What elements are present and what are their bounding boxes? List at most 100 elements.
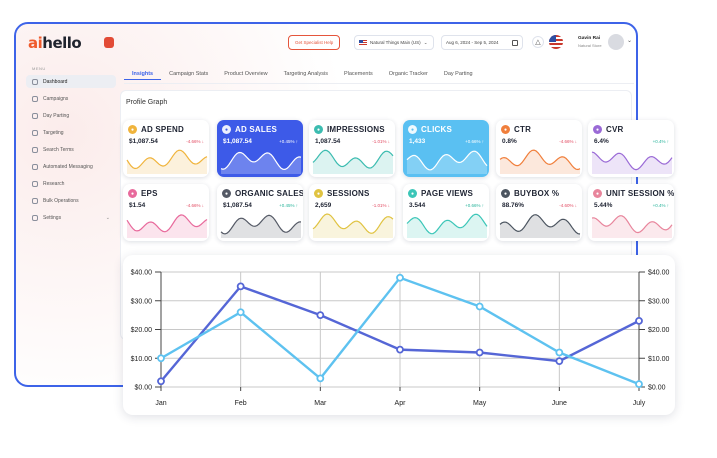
metric-change: +0.4% ↑ xyxy=(652,203,669,208)
sidebar-item-label: Day Parting xyxy=(43,112,70,119)
series-1-point xyxy=(635,316,643,325)
tab-product-overview[interactable]: Product Overview xyxy=(216,68,275,80)
notification-bell-icon[interactable]: △ xyxy=(532,36,544,48)
metric-card-impressions[interactable]: ● IMPRESSIONS 1,087.54 -1.01% ↓ xyxy=(309,120,395,177)
sparkline-area xyxy=(500,150,580,174)
tab-organic-tracker[interactable]: Organic Tracker xyxy=(381,68,436,80)
sidebar-item-label: Bulk Operations xyxy=(43,197,79,204)
sidebar: MENU Dashboard Campaigns Day Parting Target… xyxy=(26,66,116,228)
y-tick-label-right: $20.00 xyxy=(648,327,670,334)
calendar-icon xyxy=(512,39,518,46)
sparkline-area xyxy=(127,150,207,174)
sidebar-item-campaigns[interactable]: Campaigns xyxy=(26,92,116,105)
metric-icon: ● xyxy=(128,125,137,134)
specialist-help-button[interactable]: Get Specialist Help xyxy=(288,35,341,50)
panel-title: Profile Graph xyxy=(126,99,168,106)
line-chart: $0.00 $0.00 $10.00 $10.00 $20.00 $20.00 $30.00… xyxy=(131,270,670,408)
x-tick-label: Jan xyxy=(155,400,166,407)
series-1-point xyxy=(316,311,325,320)
sparkline xyxy=(126,214,208,238)
series-1-point xyxy=(236,282,245,291)
sidebar-item-automated-messaging[interactable]: Automated Messaging xyxy=(26,160,116,173)
series-1-point xyxy=(396,345,404,354)
sidebar-item-search-terms[interactable]: Search Terms xyxy=(26,143,116,156)
avatar[interactable] xyxy=(608,34,624,50)
series-1-point xyxy=(475,348,484,357)
metric-change: -4.66% ↓ xyxy=(186,139,204,144)
x-tick-label: June xyxy=(552,400,567,407)
date-range-picker[interactable]: Aug 6, 2024 - Sep 5, 2024 xyxy=(441,35,523,50)
sidebar-item-settings[interactable]: Settings ⌄ xyxy=(26,211,116,224)
metric-change: -4.66% ↓ xyxy=(186,203,204,208)
sidebar-item-research[interactable]: Research xyxy=(26,177,116,190)
sparkline xyxy=(591,215,673,238)
metric-icon: ● xyxy=(128,189,137,198)
metric-change: +0.45% ↑ xyxy=(279,139,298,144)
metric-title: CTR xyxy=(514,125,532,134)
tab-day-parting[interactable]: Day Parting xyxy=(436,68,481,80)
tab-bar: Insights Campaign Stats Product Overview Ta… xyxy=(124,68,481,80)
collapse-sidebar-button[interactable] xyxy=(104,37,114,48)
sidebar-item-label: Search Terms xyxy=(43,146,74,153)
series-2-point xyxy=(157,354,165,363)
gear-icon xyxy=(32,214,38,221)
sparkline-area xyxy=(221,152,301,174)
series-2-point xyxy=(316,374,325,383)
metric-value: 2,659 xyxy=(315,202,332,209)
metric-card-sessions[interactable]: ● SESSIONS 2,659 -1.01% ↓ xyxy=(309,184,395,241)
sparkline xyxy=(591,151,673,174)
metric-title: AD SALES xyxy=(235,125,278,134)
metric-card-cvr[interactable]: ● CVR 6.4% +0.4% ↑ xyxy=(588,120,674,177)
tab-targeting-analysis[interactable]: Targeting Analysis xyxy=(276,68,336,80)
line-chart-card: $0.00 $0.00 $10.00 $10.00 $20.00 $20.00 $30.00… xyxy=(123,255,675,415)
metric-change: -4.60% ↓ xyxy=(559,203,577,208)
y-tick-label-right: $30.00 xyxy=(648,298,670,305)
logo[interactable]: aihello xyxy=(28,34,82,52)
metric-card-buybox[interactable]: ● BUYBOX % 88.76% -4.60% ↓ xyxy=(496,184,582,241)
sidebar-item-bulk-operations[interactable]: Bulk Operations xyxy=(26,194,116,207)
metric-card-ad-spend[interactable]: ● AD SPEND $1,087.54 -4.66% ↓ xyxy=(123,120,209,177)
metric-value: 1,087.54 xyxy=(315,138,341,145)
clock-icon xyxy=(32,112,38,119)
metric-change: +0.66% ↑ xyxy=(465,139,484,144)
user-menu-chevron-icon[interactable]: ⌄ xyxy=(627,37,632,44)
metric-change: +0.66% ↑ xyxy=(465,203,484,208)
chevron-down-icon: ⌄ xyxy=(105,214,110,221)
menu-caption: MENU xyxy=(32,66,46,71)
logo-suffix: hello xyxy=(42,34,82,52)
logo-prefix: ai xyxy=(28,34,43,52)
metric-icon: ● xyxy=(593,189,602,198)
sidebar-item-targeting[interactable]: Targeting xyxy=(26,126,116,139)
metric-card-organic-sales[interactable]: ● ORGANIC SALES $1,087.54 +0.45% ↑ xyxy=(217,184,303,241)
metric-value: 5.44% xyxy=(594,202,613,209)
layers-icon xyxy=(32,197,38,204)
metric-card-unit-session[interactable]: ● UNIT SESSION % 5.44% +0.4% ↑ xyxy=(588,184,674,241)
sidebar-item-dashboard[interactable]: Dashboard xyxy=(26,75,116,88)
metric-card-eps[interactable]: ● EPS $1.54 -4.66% ↓ xyxy=(123,184,209,241)
metric-value: $1,087.54 xyxy=(223,202,252,209)
tab-placements[interactable]: Placements xyxy=(336,68,381,80)
series-2-point xyxy=(555,348,564,357)
sparkline xyxy=(220,214,302,238)
metric-value: 3.544 xyxy=(409,202,426,209)
market-select[interactable]: Natural Things Main (US) ⌄ xyxy=(354,35,434,50)
metric-card-ctr[interactable]: ● CTR 0.8% -4.66% ↓ xyxy=(496,120,582,177)
language-flag-icon[interactable] xyxy=(549,35,563,49)
message-icon xyxy=(32,163,38,170)
sidebar-item-day-parting[interactable]: Day Parting xyxy=(26,109,116,122)
chevron-down-icon: ⌄ xyxy=(423,39,428,45)
metric-card-page-views[interactable]: ● PAGE VIEWS 3.544 +0.66% ↑ xyxy=(403,184,489,241)
metric-icon: ● xyxy=(593,125,602,134)
metric-card-ad-sales[interactable]: ● AD SALES $1,087.54 +0.45% ↑ xyxy=(217,120,303,177)
metric-change: -4.66% ↓ xyxy=(559,139,577,144)
x-tick-label: Mar xyxy=(314,400,327,407)
metric-icon: ● xyxy=(222,125,231,134)
tab-insights[interactable]: Insights xyxy=(124,68,162,80)
series-2-point xyxy=(475,302,484,311)
sidebar-item-label: Targeting xyxy=(43,129,64,136)
metric-card-clicks[interactable]: ● CLICKS 1,433 +0.66% ↑ xyxy=(403,120,489,177)
sparkline xyxy=(220,151,302,174)
tab-campaign-stats[interactable]: Campaign Stats xyxy=(161,68,216,80)
sidebar-item-label: Campaigns xyxy=(43,95,69,102)
metric-title: ORGANIC SALES xyxy=(235,189,303,198)
